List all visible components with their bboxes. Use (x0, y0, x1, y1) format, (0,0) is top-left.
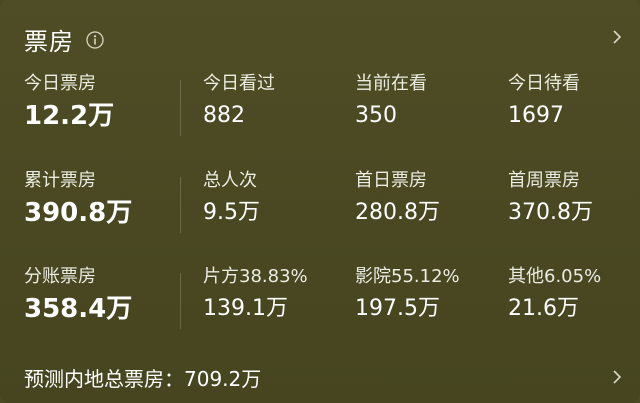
stat-label: 今日看过 (203, 73, 275, 94)
stat-label: 片方38.83% (203, 266, 308, 287)
divider (180, 177, 181, 233)
stat-first-week-box-office: 首周票房 370.8万 (508, 170, 640, 226)
stat-value: 280.8万 (355, 200, 440, 225)
stat-first-day-box-office: 首日票房 280.8万 (355, 170, 505, 226)
stat-cinema-share: 影院55.12% 197.5万 (355, 266, 505, 322)
stat-today-watched: 今日看过 882 (203, 73, 353, 129)
stat-label: 首日票房 (355, 170, 427, 191)
box-office-card: 票房 今日票房 12.2万 今日看过 882 当前在看 350 今日待看 169… (0, 0, 640, 403)
stat-value: 358.4万 (24, 294, 133, 324)
stat-split-box-office: 分账票房 358.4万 (24, 266, 174, 324)
stat-value: 9.5万 (203, 200, 260, 225)
stat-value: 1697 (508, 103, 564, 128)
stat-value: 882 (203, 103, 245, 128)
stat-value: 350 (355, 103, 397, 128)
stat-label: 总人次 (203, 170, 257, 191)
stat-label: 当前在看 (355, 73, 427, 94)
stat-producer-share: 片方38.83% 139.1万 (203, 266, 353, 322)
stat-today-box-office: 今日票房 12.2万 (24, 73, 174, 131)
stat-label: 累计票房 (24, 170, 96, 191)
stat-label: 其他6.05% (508, 266, 602, 287)
stat-value: 370.8万 (508, 200, 593, 225)
stat-value: 12.2万 (24, 101, 115, 131)
stat-total-admissions: 总人次 9.5万 (203, 170, 353, 226)
stat-label: 分账票房 (24, 266, 96, 287)
stat-now-watching: 当前在看 350 (355, 73, 505, 129)
divider (180, 273, 181, 329)
stat-other-share: 其他6.05% 21.6万 (508, 266, 640, 322)
stat-total-box-office: 累计票房 390.8万 (24, 170, 174, 228)
stat-value: 390.8万 (24, 198, 133, 228)
stat-today-to-watch: 今日待看 1697 (508, 73, 640, 129)
stat-label: 影院55.12% (355, 266, 460, 287)
chevron-right-icon[interactable] (610, 368, 624, 386)
stat-value: 139.1万 (203, 296, 288, 321)
stat-value: 21.6万 (508, 296, 579, 321)
divider (180, 80, 181, 136)
stat-value: 197.5万 (355, 296, 440, 321)
stat-label: 首周票房 (508, 170, 580, 191)
stat-label: 今日票房 (24, 73, 96, 94)
stat-label: 今日待看 (508, 73, 580, 94)
stats-grid: 今日票房 12.2万 今日看过 882 当前在看 350 今日待看 1697 累… (0, 0, 640, 403)
forecast-total-box-office[interactable]: 预测内地总票房：709.2万 (24, 363, 261, 392)
